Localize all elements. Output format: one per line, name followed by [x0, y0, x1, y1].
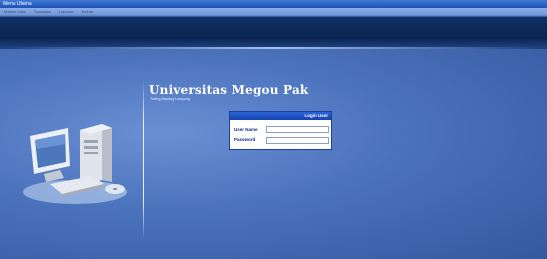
username-label: User Name	[234, 127, 258, 132]
password-label: Password	[234, 137, 256, 142]
header-banner	[0, 17, 547, 47]
menu-item-master-data[interactable]: Master Data	[4, 8, 26, 15]
menu-item-keluar[interactable]: Keluar	[82, 8, 94, 15]
computer-illustration-icon	[23, 124, 127, 204]
menu-item-laporan[interactable]: Laporan	[59, 8, 74, 15]
login-header: Login User	[230, 112, 331, 120]
window-title: Menu Utama	[3, 1, 32, 7]
menu-bar: Master Data Transaksi Laporan Keluar	[0, 8, 547, 16]
vertical-divider	[143, 80, 144, 240]
menu-item-transaksi[interactable]: Transaksi	[34, 8, 51, 15]
university-name: Universitas Megou Pak	[149, 83, 309, 97]
password-input[interactable]	[266, 137, 329, 144]
username-input[interactable]	[266, 126, 329, 133]
login-panel: Login User User Name Password	[229, 111, 332, 150]
window-titlebar[interactable]: Menu Utama	[0, 0, 547, 8]
university-subtitle: Tulang Bawang Lampung	[150, 97, 190, 101]
